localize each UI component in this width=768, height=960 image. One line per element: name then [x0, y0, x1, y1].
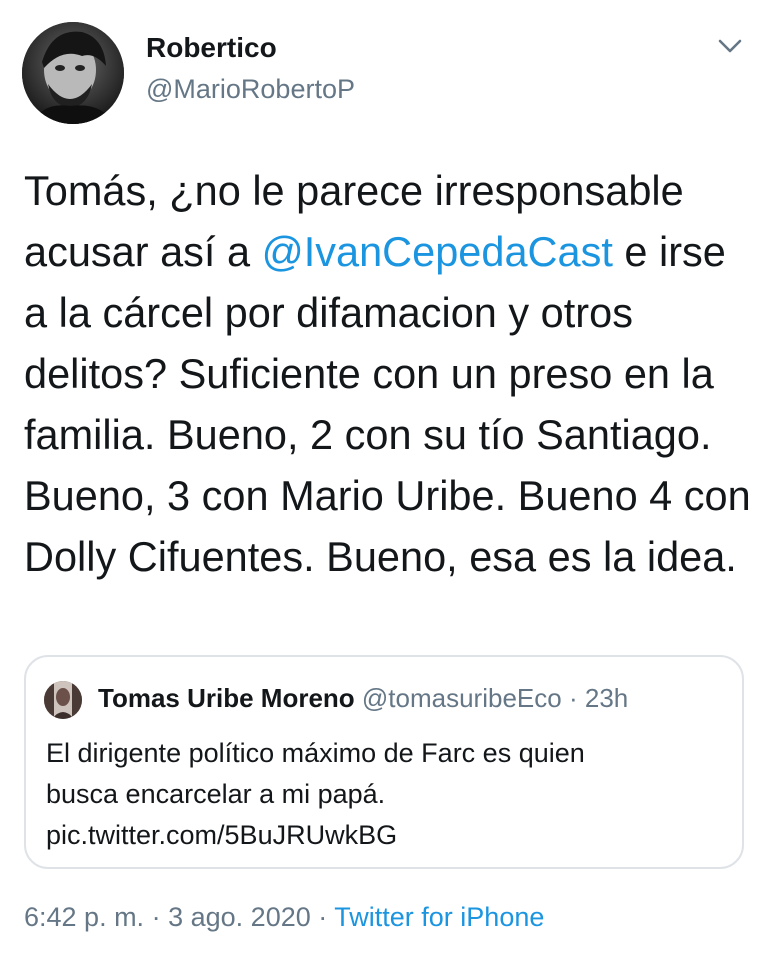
quoted-separator: ·	[568, 683, 578, 713]
quoted-text-line-2: busca encarcelar a mi papá.	[46, 779, 386, 809]
quoted-author-handle[interactable]: @tomasuribeEco	[362, 683, 562, 713]
tweet-time[interactable]: 6:42 p. m.	[24, 902, 144, 932]
quoted-tweet-header: Tomas Uribe Moreno @tomasuribeEco · 23h	[98, 683, 628, 714]
quoted-tweet-time[interactable]: 23h	[585, 683, 628, 713]
mention-link[interactable]: @IvanCepedaCast	[262, 228, 613, 275]
quoted-author-avatar[interactable]	[44, 681, 82, 719]
quoted-author-name[interactable]: Tomas Uribe Moreno	[98, 683, 355, 713]
chevron-down-icon[interactable]	[716, 36, 744, 56]
tweet-text: Tomás, ¿no le parece irresponsable acusa…	[24, 160, 754, 587]
quoted-media-link[interactable]: pic.twitter.com/5BuJRUwkBG	[46, 815, 726, 856]
tweet-card: Robertico @MarioRobertoP Tomás, ¿no le p…	[0, 0, 768, 960]
tweet-meta: 6:42 p. m. · 3 ago. 2020 · Twitter for i…	[24, 902, 544, 933]
author-handle[interactable]: @MarioRobertoP	[146, 74, 355, 105]
quoted-tweet[interactable]: Tomas Uribe Moreno @tomasuribeEco · 23h …	[24, 655, 744, 869]
meta-separator-1: ·	[151, 902, 161, 932]
quoted-profile-photo-icon	[44, 681, 82, 719]
author-avatar[interactable]	[22, 22, 124, 124]
tweet-date[interactable]: 3 ago. 2020	[168, 902, 311, 932]
quoted-text-line-1: El dirigente político máximo de Farc es …	[46, 738, 585, 768]
author-display-name[interactable]: Robertico	[146, 32, 277, 64]
quoted-tweet-text: El dirigente político máximo de Farc es …	[46, 733, 726, 856]
profile-photo-icon	[22, 22, 124, 124]
meta-separator-2: ·	[318, 902, 328, 932]
tweet-text-part-2: e irse a la cárcel por difamacion y otro…	[24, 228, 751, 580]
tweet-source[interactable]: Twitter for iPhone	[334, 902, 544, 932]
